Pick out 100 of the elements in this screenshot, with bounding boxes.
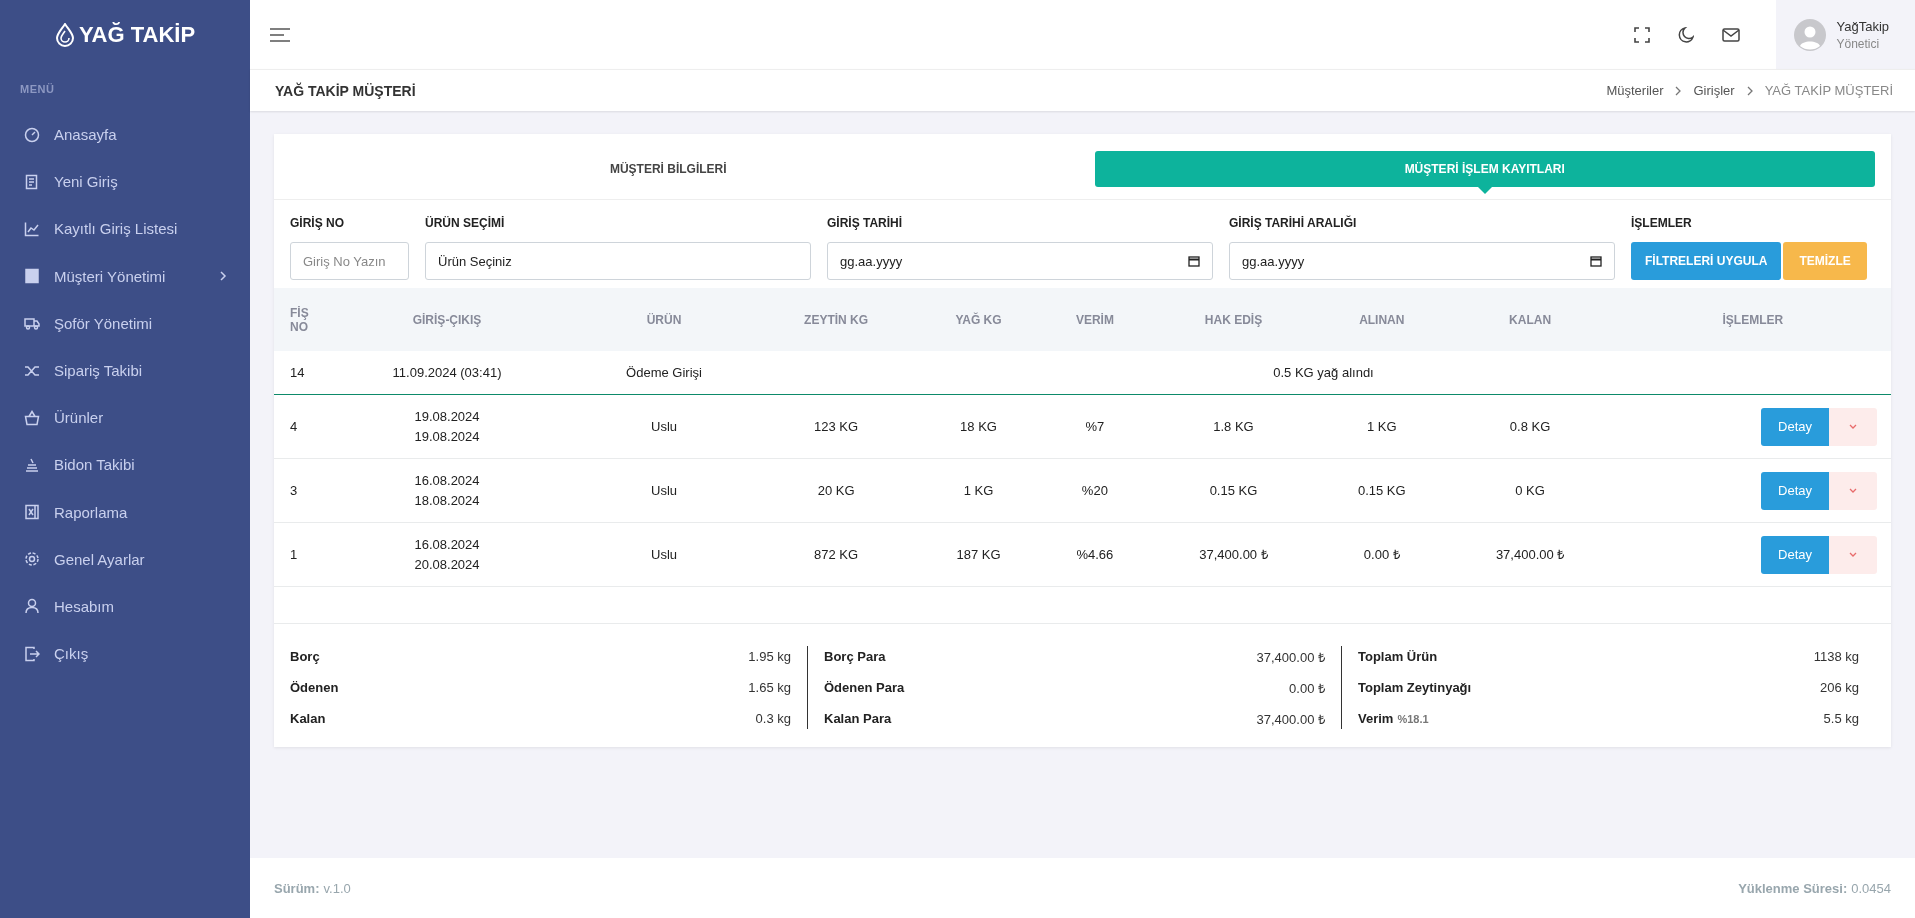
dropdown-toggle[interactable] xyxy=(1829,471,1877,510)
detail-button[interactable]: Detay xyxy=(1761,535,1829,574)
table-cell: 187 KG xyxy=(916,522,1041,587)
version-label: Sürüm: xyxy=(274,880,320,896)
summary-label: Toplam Ürün xyxy=(1358,649,1438,664)
tab[interactable]: MÜŞTERİ BİLGİLERİ xyxy=(278,151,1059,187)
caret-icon xyxy=(1849,488,1857,493)
table-cell: 37,400.00 ₺ xyxy=(1445,522,1615,587)
table-cell: 0.15 KG xyxy=(1318,458,1446,523)
summary-value: 1.65 kg xyxy=(748,680,791,695)
app-logo[interactable]: YAĞ TAKİP xyxy=(0,0,250,69)
table-cell: 1 xyxy=(274,522,322,587)
sidebar-item[interactable]: Raporlama xyxy=(0,488,250,536)
sidebar-item[interactable]: Yeni Giriş xyxy=(0,158,250,206)
date-field[interactable]: gg.aa.yyyy xyxy=(827,242,1213,280)
summary-label: Ödenen xyxy=(290,680,339,695)
user-name: YağTakip xyxy=(1836,18,1889,34)
summary-label: Borç Para xyxy=(824,649,886,664)
user-icon xyxy=(24,598,40,615)
table-cell: %20 xyxy=(1040,458,1149,523)
table-cell: Ödeme Girişi xyxy=(572,351,756,395)
load-time-label: Yüklenme Süresi: xyxy=(1738,880,1848,896)
table-cell: 18 KG xyxy=(916,394,1041,459)
summary-label: Kalan Para xyxy=(824,711,892,726)
version-value: v.1.0 xyxy=(323,880,351,896)
field-label: ÜRÜN SEÇİMİ xyxy=(425,216,506,230)
sidebar-item[interactable]: Ürünler xyxy=(0,394,250,442)
table-cell: 123 KG xyxy=(756,394,917,459)
menu-icon[interactable] xyxy=(270,27,290,42)
table-cell: %4.66 xyxy=(1040,522,1149,587)
page-title: YAĞ TAKİP MÜŞTERİ xyxy=(275,82,416,99)
table-cell: 11.09.2024 (03:41) xyxy=(322,351,573,395)
date-range-field[interactable]: gg.aa.yyyy xyxy=(1229,242,1615,280)
summary-label: Kalan xyxy=(290,711,326,726)
user-menu[interactable]: YağTakip Yönetici xyxy=(1776,0,1915,69)
mail-icon[interactable] xyxy=(1722,27,1741,42)
summary-value: 206 kg xyxy=(1819,680,1859,695)
logout-icon xyxy=(24,645,40,662)
tab-pointer-icon xyxy=(1477,187,1492,194)
table-cell: 1 KG xyxy=(916,458,1041,523)
table-cell: 3 xyxy=(274,458,322,523)
breadcrumb-current: YAĞ TAKİP MÜŞTERİ xyxy=(1764,83,1893,98)
chevron-right-icon xyxy=(218,271,228,282)
load-time-value: 0.0454 xyxy=(1851,880,1891,896)
calendar-icon[interactable] xyxy=(1188,255,1200,267)
column-header: KALAN xyxy=(1445,288,1615,351)
column-header: YAĞ KG xyxy=(916,288,1041,351)
fullscreen-icon[interactable] xyxy=(1634,26,1651,43)
spreadsheet-icon xyxy=(24,504,40,521)
detail-button[interactable]: Detay xyxy=(1761,471,1829,510)
sidebar-item[interactable]: Bidon Takibi xyxy=(0,441,250,489)
column-header: İŞLEMLER xyxy=(1614,288,1891,351)
moon-icon[interactable] xyxy=(1678,26,1695,43)
document-icon xyxy=(24,173,40,190)
table-cell: 0.00 ₺ xyxy=(1318,522,1446,587)
field-label: GİRİŞ NO xyxy=(290,216,345,230)
table-cell: 20 KG xyxy=(756,458,917,523)
dropdown-toggle[interactable] xyxy=(1829,407,1877,446)
product-select[interactable]: Ürün Seçiniz xyxy=(425,242,811,280)
sidebar-item[interactable]: Sipariş Takibi xyxy=(0,346,250,395)
menu-heading: MENÜ xyxy=(19,82,56,97)
summary-value: 5.5 kg xyxy=(1823,711,1859,726)
stack-icon xyxy=(24,456,40,473)
chevron-right-icon xyxy=(1675,85,1682,96)
table-cell: 1.8 KG xyxy=(1148,394,1319,459)
settings-icon xyxy=(24,551,40,568)
table-cell: 0 KG xyxy=(1445,458,1615,523)
chevron-right-icon xyxy=(1746,85,1753,96)
breadcrumb-link[interactable]: Girişler xyxy=(1693,83,1735,98)
sidebar-item[interactable]: Müşteri Yönetimi xyxy=(0,252,250,300)
apply-filters-button[interactable]: FİLTRELERİ UYGULA xyxy=(1631,242,1782,280)
summary-subvalue: %18.1 xyxy=(1397,712,1429,725)
calendar-icon[interactable] xyxy=(1590,255,1602,267)
breadcrumb-link[interactable]: Müşteriler xyxy=(1606,83,1664,98)
sidebar-item[interactable]: Hesabım xyxy=(0,582,250,631)
sidebar-item[interactable]: Kayıtlı Giriş Listesi xyxy=(0,205,250,253)
column-header: FİŞ NO xyxy=(274,288,322,351)
field-label: GİRİŞ TARİHİ ARALIĞI xyxy=(1229,216,1358,230)
sidebar-item[interactable]: Genel Ayarlar xyxy=(0,535,250,583)
summary-label: Borç xyxy=(290,649,320,664)
sidebar-item[interactable]: Anasayfa xyxy=(0,111,250,159)
summary-value: 1.95 kg xyxy=(748,649,791,664)
entry-number-field[interactable]: Giriş No Yazın xyxy=(290,242,409,280)
avatar-icon xyxy=(1794,18,1827,51)
summary-value: 0.3 kg xyxy=(755,711,791,726)
column-header: ÜRÜN xyxy=(572,288,756,351)
sidebar-item[interactable]: Çıkış xyxy=(0,630,250,678)
gauge-icon xyxy=(24,126,40,143)
table-cell: 16.08.2024 18.08.2024 xyxy=(322,458,573,523)
table-cell: 4 xyxy=(274,394,322,459)
table-cell: Uslu xyxy=(572,394,756,459)
table-cell: %7 xyxy=(1040,394,1149,459)
field-label: GİRİŞ TARİHİ xyxy=(827,216,904,230)
sidebar-item[interactable]: Şoför Yönetimi xyxy=(0,299,250,347)
drop-icon xyxy=(54,22,75,47)
table-cell: 37,400.00 ₺ xyxy=(1148,522,1319,587)
dropdown-toggle[interactable] xyxy=(1829,535,1877,574)
detail-button[interactable]: Detay xyxy=(1761,407,1829,446)
summary-value: 37,400.00 ₺ xyxy=(1256,648,1325,666)
column-header: HAK EDİŞ xyxy=(1148,288,1319,351)
